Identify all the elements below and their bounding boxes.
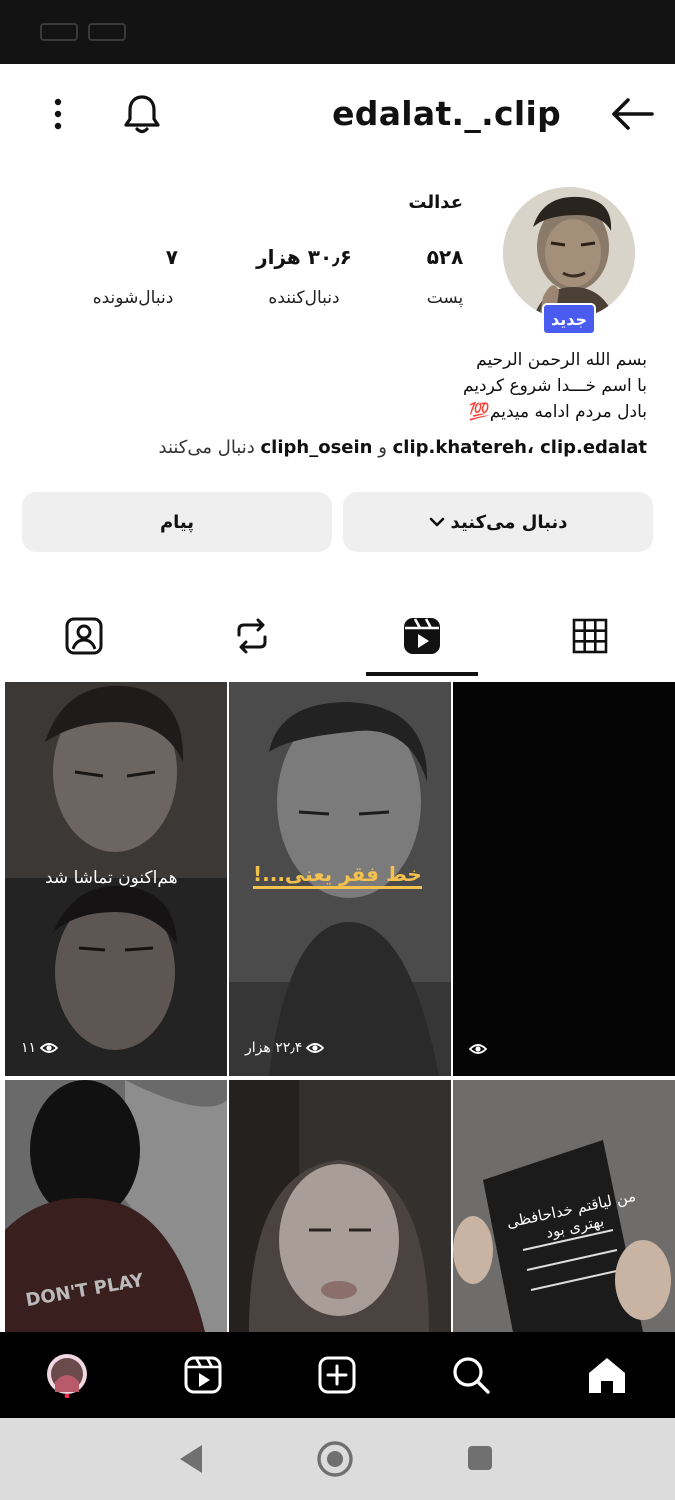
reel-thumbnail[interactable] (453, 682, 675, 1076)
profile-header: edalat._.clip (0, 64, 675, 164)
active-tab-indicator (366, 672, 478, 676)
bottom-navigation (0, 1332, 675, 1418)
home-icon (589, 1358, 625, 1393)
nav-search[interactable] (448, 1352, 494, 1398)
message-button-label: پیام (159, 511, 195, 533)
followers-label[interactable]: دنبال‌کننده (244, 288, 364, 308)
posts-label[interactable]: پست (400, 288, 490, 308)
system-navigation-bar (0, 1418, 675, 1500)
message-button[interactable]: پیام (22, 492, 332, 552)
following-button-label: دنبال می‌کنید (450, 511, 568, 533)
reel-caption: خط فقر یعنی...! (253, 862, 422, 889)
profile-avatar[interactable] (503, 187, 635, 319)
eye-icon (306, 1043, 325, 1053)
recents-square-icon[interactable] (466, 1444, 494, 1472)
back-triangle-icon[interactable] (176, 1442, 206, 1476)
tagged-icon (65, 617, 103, 655)
nav-profile[interactable] (44, 1352, 90, 1398)
bio-line: بسم الله الرحمن الرحیم (476, 350, 647, 370)
reel-thumbnail[interactable]: هم‌اکنون تماشا شد ۱۱ (5, 682, 227, 1076)
following-button[interactable]: دنبال می‌کنید (343, 492, 653, 552)
follower-name: cliph_osein (260, 437, 373, 458)
view-count: ۱۱ (21, 1040, 59, 1056)
new-story-badge: جدید (542, 303, 596, 335)
posts-count[interactable]: ۵۲۸ (400, 245, 490, 269)
more-options-icon[interactable] (36, 92, 80, 136)
profile-avatar-icon (47, 1354, 87, 1398)
reels-icon (404, 618, 440, 654)
follower-names: clip.khatereh، clip.edalat (392, 437, 647, 458)
nav-home[interactable] (584, 1352, 630, 1398)
signal-icon (88, 23, 126, 41)
reel-thumbnail[interactable]: من لیاقتم خداحافظی بهتری بود (453, 1080, 675, 1332)
nav-create[interactable] (314, 1352, 360, 1398)
notification-bell-icon[interactable] (118, 90, 166, 138)
home-circle-icon[interactable] (316, 1440, 354, 1478)
status-bar (0, 0, 675, 64)
reels-icon (184, 1356, 222, 1394)
battery-icon (40, 23, 78, 41)
profile-display-name: عدالت (408, 192, 463, 213)
nav-reels[interactable] (180, 1352, 226, 1398)
following-count[interactable]: ۷ (78, 245, 188, 269)
bio-line: با اسم خـــدا شروع کردیم (463, 376, 647, 396)
followed-by-text[interactable]: clip.khatereh، clip.edalat و cliph_osein… (27, 437, 648, 458)
back-arrow-icon[interactable] (606, 92, 658, 136)
followers-count[interactable]: ۳۰٫۶ هزار (244, 245, 364, 269)
eye-icon (40, 1043, 59, 1053)
tab-reposts[interactable] (222, 610, 282, 662)
watched-label: هم‌اکنون تماشا شد (45, 868, 178, 888)
grid-icon (572, 618, 608, 654)
view-count: ۲۲٫۴ هزار (245, 1040, 325, 1056)
tab-tagged[interactable] (54, 610, 114, 662)
eye-icon (469, 1044, 487, 1054)
joiner-text: و (372, 437, 393, 458)
reposts-icon (237, 618, 267, 654)
profile-username: edalat._.clip (332, 94, 561, 133)
bio-line: بادل مردم ادامه میدیم💯 (468, 402, 647, 422)
chevron-down-icon (429, 517, 444, 527)
reel-thumbnail[interactable] (229, 1080, 451, 1332)
reels-grid: هم‌اکنون تماشا شد ۱۱ خط فقر یعنی...! ۲۲٫… (0, 680, 675, 1340)
view-count (469, 1042, 487, 1056)
view-count-value: ۲۲٫۴ هزار (245, 1040, 303, 1056)
profile-tabs (0, 600, 675, 678)
tab-reels[interactable] (392, 610, 452, 662)
create-icon (318, 1356, 356, 1394)
followed-suffix: دنبال می‌کنند (158, 437, 261, 458)
reel-thumbnail[interactable]: خط فقر یعنی...! ۲۲٫۴ هزار (229, 682, 451, 1076)
tab-grid[interactable] (560, 610, 620, 662)
view-count-value: ۱۱ (21, 1040, 37, 1056)
following-label[interactable]: دنبال‌شونده (78, 288, 188, 308)
search-icon (453, 1357, 490, 1394)
reel-thumbnail[interactable]: DON'T PLAY (5, 1080, 227, 1332)
status-indicators (40, 22, 126, 42)
profile-bio: بسم الله الرحمن الرحیم با اسم خـــدا شرو… (127, 347, 647, 425)
